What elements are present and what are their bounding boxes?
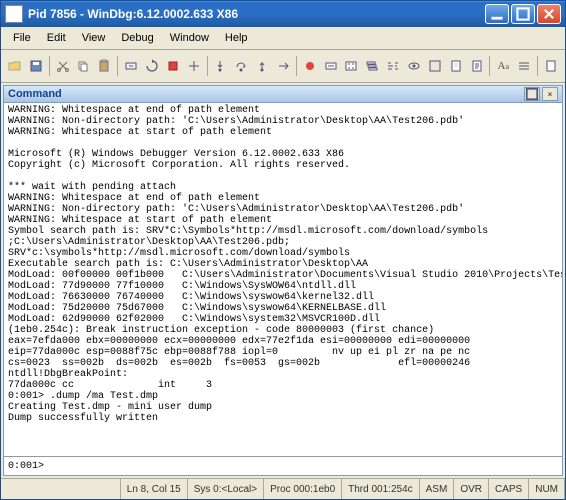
client-area: Command × WARNING: Whitespace at end of … [1, 83, 565, 478]
tool-break[interactable] [184, 55, 204, 77]
toolbar: Aa [1, 50, 565, 83]
tool-registers[interactable] [321, 55, 341, 77]
options-icon [517, 59, 531, 73]
command-prompt: 0:001> [4, 461, 48, 472]
tool-scratch[interactable] [446, 55, 466, 77]
window-title: Pid 7856 - WinDbg:6.12.0002.633 X86 [28, 7, 485, 21]
tool-watch[interactable] [404, 55, 424, 77]
tool-run-to-cursor[interactable] [273, 55, 293, 77]
folder-open-icon [8, 59, 22, 73]
main-window: Pid 7856 - WinDbg:6.12.0002.633 X86 File… [0, 0, 566, 500]
save-icon [29, 59, 43, 73]
font-icon: Aa [498, 60, 510, 72]
status-num: NUM [529, 479, 565, 499]
tool-cut[interactable] [53, 55, 73, 77]
close-icon [542, 7, 556, 21]
pane-close-button[interactable]: × [542, 87, 558, 101]
command-titlebar[interactable]: Command × [4, 86, 562, 103]
document-icon [544, 59, 558, 73]
status-asm: ASM [420, 479, 455, 499]
disasm-icon [386, 59, 400, 73]
menu-edit[interactable]: Edit [39, 30, 74, 46]
toolbar-sep-4 [296, 56, 297, 76]
restart-icon [145, 59, 159, 73]
cursor-icon [276, 59, 290, 73]
menubar: File Edit View Debug Window Help [1, 27, 565, 50]
paste-icon [97, 59, 111, 73]
menu-debug[interactable]: Debug [113, 30, 161, 46]
menu-window[interactable]: Window [162, 30, 217, 46]
tool-stop[interactable] [163, 55, 183, 77]
tool-locals[interactable] [425, 55, 445, 77]
maximize-icon [516, 7, 530, 21]
tool-breakpoint[interactable] [300, 55, 320, 77]
tool-options[interactable] [514, 55, 534, 77]
copy-icon [76, 59, 90, 73]
watch-icon [407, 59, 421, 73]
cut-icon [56, 59, 70, 73]
tool-copy[interactable] [73, 55, 93, 77]
tool-step-into[interactable] [210, 55, 230, 77]
menu-view[interactable]: View [74, 30, 114, 46]
tool-source-mode[interactable] [541, 55, 561, 77]
toolbar-sep-3 [207, 56, 208, 76]
status-message [1, 479, 121, 499]
status-sys: Sys 0:<Local> [188, 479, 264, 499]
command-output[interactable]: WARNING: Whitespace at end of path eleme… [4, 103, 562, 456]
tool-call-stack[interactable] [362, 55, 382, 77]
menu-help[interactable]: Help [217, 30, 256, 46]
status-ovr: OVR [454, 479, 489, 499]
tool-go[interactable] [121, 55, 141, 77]
menu-file[interactable]: File [5, 30, 39, 46]
toolbar-sep-1 [49, 56, 50, 76]
locals-icon [428, 59, 442, 73]
status-caps: CAPS [489, 479, 529, 499]
source-icon [470, 59, 484, 73]
tool-source[interactable] [467, 55, 487, 77]
minimize-icon [490, 7, 504, 21]
tool-open[interactable] [5, 55, 25, 77]
titlebar[interactable]: Pid 7856 - WinDbg:6.12.0002.633 X86 [1, 1, 565, 27]
scratch-icon [449, 59, 463, 73]
stop-icon [166, 59, 180, 73]
tool-font[interactable]: Aa [493, 55, 513, 77]
command-input[interactable] [48, 460, 562, 473]
registers-icon [324, 59, 338, 73]
status-ln-col: Ln 8, Col 15 [121, 479, 188, 499]
close-button[interactable] [537, 4, 561, 24]
toolbar-sep-6 [537, 56, 538, 76]
status-proc: Proc 000:1eb0 [264, 479, 342, 499]
breakpoint-icon [303, 59, 317, 73]
tool-restart[interactable] [142, 55, 162, 77]
command-window: Command × WARNING: Whitespace at end of … [3, 85, 563, 476]
maximize-button[interactable] [511, 4, 535, 24]
step-over-icon [234, 59, 248, 73]
minimize-button[interactable] [485, 4, 509, 24]
memory-icon [344, 59, 358, 73]
app-icon [5, 5, 23, 23]
dock-icon [525, 87, 539, 101]
step-out-icon [255, 59, 269, 73]
pane-dock-button[interactable] [524, 87, 540, 101]
callstack-icon [365, 59, 379, 73]
tool-disasm[interactable] [383, 55, 403, 77]
tool-step-out[interactable] [252, 55, 272, 77]
status-thrd: Thrd 001:254c [342, 479, 420, 499]
step-into-icon [213, 59, 227, 73]
tool-save[interactable] [26, 55, 46, 77]
toolbar-sep-2 [117, 56, 118, 76]
go-icon [124, 59, 138, 73]
tool-step-over[interactable] [231, 55, 251, 77]
tool-paste[interactable] [94, 55, 114, 77]
toolbar-sep-5 [489, 56, 490, 76]
break-icon [187, 59, 201, 73]
command-input-row: 0:001> [4, 456, 562, 475]
statusbar: Ln 8, Col 15 Sys 0:<Local> Proc 000:1eb0… [1, 478, 565, 499]
tool-memory[interactable] [341, 55, 361, 77]
command-title: Command [8, 88, 62, 100]
